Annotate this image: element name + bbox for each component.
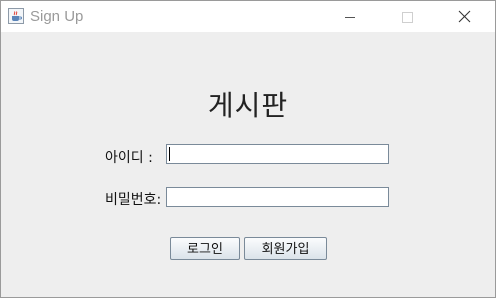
close-icon <box>458 10 471 23</box>
login-button[interactable]: 로그인 <box>170 237 240 260</box>
close-button[interactable] <box>441 1 487 32</box>
signup-button[interactable]: 회원가입 <box>244 237 327 260</box>
signup-window: Sign Up 게시판 아이디 : 비밀번호: 로그인 회원가입 <box>0 0 496 298</box>
password-label: 비밀번호: <box>105 192 162 208</box>
minimize-icon <box>345 17 355 18</box>
id-label: 아이디 : <box>105 150 153 166</box>
page-title: 게시판 <box>207 89 289 122</box>
window-title: Sign Up <box>30 8 84 25</box>
maximize-icon <box>402 12 413 23</box>
text-caret <box>169 147 170 161</box>
id-field[interactable] <box>166 144 389 164</box>
java-cup-icon[interactable] <box>8 8 24 24</box>
maximize-button[interactable] <box>384 1 430 32</box>
title-bar[interactable]: Sign Up <box>1 1 495 32</box>
form-panel: 게시판 아이디 : 비밀번호: 로그인 회원가입 <box>1 32 495 297</box>
password-field[interactable] <box>166 187 389 207</box>
minimize-button[interactable] <box>327 1 373 32</box>
